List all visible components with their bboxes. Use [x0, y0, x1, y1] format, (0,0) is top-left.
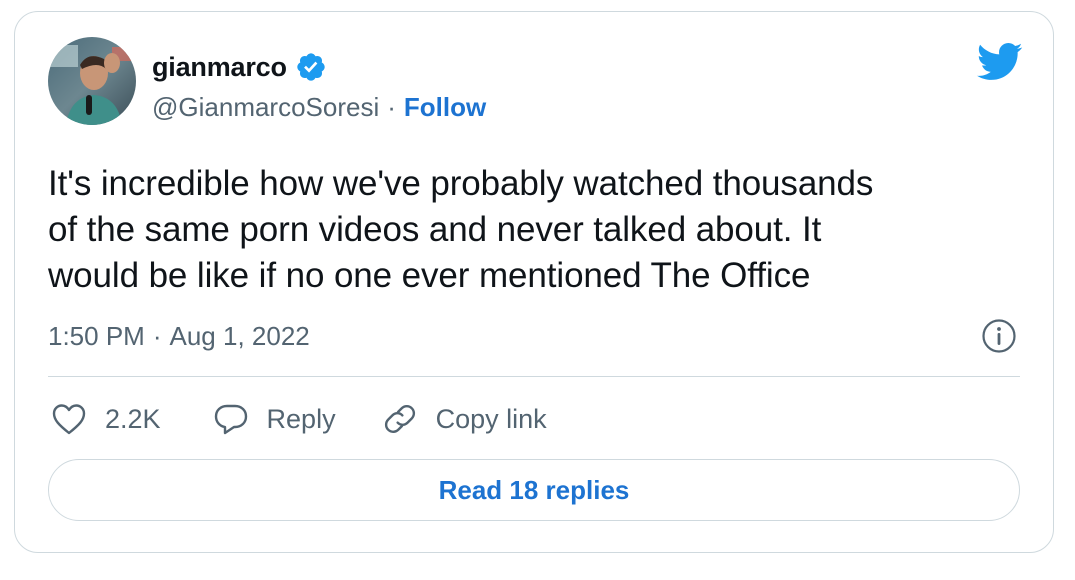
author-display-name[interactable]: gianmarco [152, 52, 287, 83]
copy-link-button[interactable]: Copy link [382, 402, 547, 436]
divider [48, 376, 1020, 377]
like-button[interactable]: 2.2K [51, 402, 161, 436]
tweet-card: gianmarco @GianmarcoSoresi · Follow It's… [14, 11, 1054, 553]
verified-badge-icon [295, 51, 327, 83]
avatar[interactable] [48, 37, 136, 125]
twitter-bird-icon[interactable] [976, 42, 1023, 82]
reply-button[interactable]: Reply [213, 402, 336, 436]
handle-separator: · [387, 91, 396, 122]
like-count: 2.2K [105, 403, 161, 434]
tweet-text: It's incredible how we've probably watch… [48, 164, 874, 295]
info-icon[interactable] [981, 318, 1017, 354]
copy-link-label: Copy link [435, 403, 547, 434]
author-handle[interactable]: @GianmarcoSoresi [152, 92, 379, 123]
tweet-time[interactable]: 1:50 PM [48, 321, 145, 352]
tweet-actions: 2.2K Reply Copy link [51, 397, 547, 441]
tweet-timestamp[interactable]: 1:50 PM · Aug 1, 2022 [48, 319, 310, 353]
read-replies-label: Read 18 replies [438, 474, 630, 505]
heart-icon [51, 402, 87, 436]
link-icon [382, 402, 418, 436]
tweet-date[interactable]: Aug 1, 2022 [170, 321, 310, 352]
author-handle-row: @GianmarcoSoresi · Follow [152, 90, 486, 124]
author-name-row: gianmarco [152, 50, 327, 84]
timestamp-separator: · [152, 320, 162, 351]
reply-label: Reply [266, 403, 336, 434]
follow-link[interactable]: Follow [404, 92, 486, 123]
speech-bubble-icon [213, 402, 249, 436]
read-replies-button[interactable]: Read 18 replies [48, 459, 1020, 521]
